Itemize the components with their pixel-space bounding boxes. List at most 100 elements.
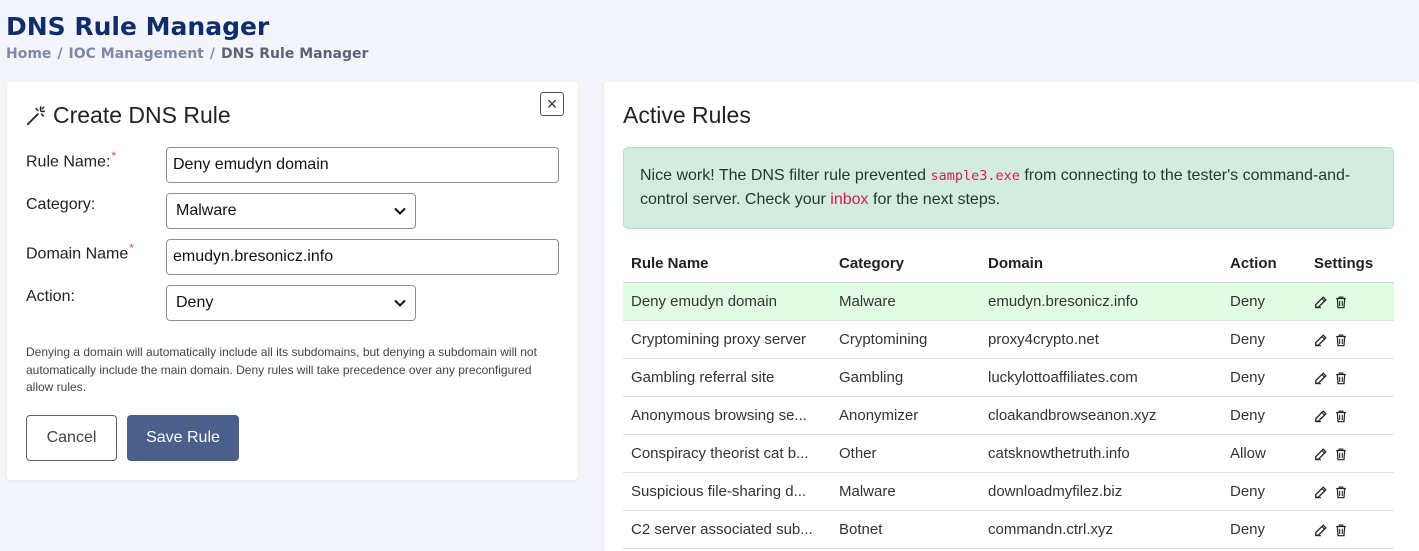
rule-name-cell: Gambling referral site [623, 358, 831, 397]
table-row: Conspiracy theorist cat b... Other catskno… [623, 434, 1394, 473]
column-header-rule-name: Rule Name [623, 245, 831, 283]
help-text: Denying a domain will automatically incl… [26, 345, 537, 394]
category-cell: Malware [831, 282, 980, 321]
domain-cell: emudyn.bresonicz.info [980, 282, 1222, 321]
edit-icon[interactable] [1314, 485, 1328, 499]
domain-cell: downloadmyfilez.biz [980, 472, 1222, 511]
domain-cell: commandn.ctrl.xyz [980, 510, 1222, 549]
breadcrumb-separator: / [209, 46, 215, 62]
close-icon: × [546, 94, 558, 114]
category-cell: Other [831, 434, 980, 473]
action-label: Action: [26, 288, 75, 305]
action-cell: Allow [1222, 434, 1306, 473]
cancel-button[interactable]: Cancel [26, 415, 117, 461]
breadcrumb-current: DNS Rule Manager [220, 46, 369, 62]
domain-name-input[interactable] [166, 239, 559, 275]
column-header-category: Category [831, 245, 980, 283]
domain-cell: luckylottoaffiliates.com [980, 358, 1222, 397]
breadcrumb-ioc-management[interactable]: IOC Management [69, 46, 204, 62]
rule-name-cell: Suspicious file-sharing d... [623, 472, 831, 511]
alert-filename: sample3.exe [930, 168, 1020, 184]
alert-text-suffix: for the next steps. [868, 191, 1001, 208]
trash-icon[interactable] [1334, 485, 1348, 499]
edit-icon[interactable] [1314, 371, 1328, 385]
required-mark: * [111, 149, 117, 163]
trash-icon[interactable] [1334, 447, 1348, 461]
action-cell: Deny [1222, 358, 1306, 397]
save-rule-button[interactable]: Save Rule [127, 415, 239, 461]
category-cell: Cryptomining [831, 320, 980, 359]
chevron-down-icon [394, 207, 406, 215]
settings-cell [1306, 510, 1394, 549]
magic-wand-icon [26, 105, 45, 125]
domain-cell: cloakandbrowseanon.xyz [980, 396, 1222, 435]
settings-cell [1306, 434, 1394, 473]
action-select[interactable]: Deny [166, 285, 416, 321]
domain-cell: proxy4crypto.net [980, 320, 1222, 359]
success-alert: Nice work! The DNS filter rule prevented… [623, 147, 1394, 229]
trash-icon[interactable] [1334, 295, 1348, 309]
required-mark: * [129, 241, 134, 255]
table-header-row: Rule Name Category Domain Action Setting… [623, 245, 1394, 283]
domain-name-label: Domain Name* [26, 241, 134, 263]
edit-icon[interactable] [1314, 333, 1328, 347]
trash-icon[interactable] [1334, 371, 1348, 385]
table-row: C2 server associated sub... Botnet command… [623, 510, 1394, 549]
domain-name-label-text: Domain Name [26, 245, 129, 263]
rule-name-label-text: Rule Name: [26, 153, 111, 171]
page-title: DNS Rule Manager [6, 12, 270, 41]
breadcrumb: Home / IOC Management / DNS Rule Manager [6, 46, 368, 62]
action-cell: Deny [1222, 510, 1306, 549]
table-row: Anonymous browsing se... Anonymizer cloaka… [623, 396, 1394, 435]
trash-icon[interactable] [1334, 409, 1348, 423]
edit-icon[interactable] [1314, 409, 1328, 423]
settings-cell [1306, 358, 1394, 397]
column-header-domain: Domain [980, 245, 1222, 283]
table-row: Deny emudyn domain Malware emudyn.bresonic… [623, 282, 1394, 321]
table-row: Gambling referral site Gambling luckylotto… [623, 358, 1394, 397]
category-cell: Gambling [831, 358, 980, 397]
rule-name-input[interactable] [166, 147, 559, 183]
trash-icon[interactable] [1334, 523, 1348, 537]
action-selected-value: Deny [176, 294, 214, 311]
rule-name-label: Rule Name:* [26, 149, 116, 171]
category-cell: Malware [831, 472, 980, 511]
breadcrumb-separator: / [57, 46, 63, 62]
chevron-down-icon [394, 299, 406, 307]
category-selected-value: Malware [176, 202, 237, 219]
settings-cell [1306, 396, 1394, 435]
action-cell: Deny [1222, 320, 1306, 359]
create-rule-title: Create DNS Rule [53, 102, 231, 128]
action-cell: Deny [1222, 396, 1306, 435]
create-rule-heading: Create DNS Rule [25, 102, 231, 129]
settings-cell [1306, 282, 1394, 321]
settings-cell [1306, 472, 1394, 511]
rule-name-cell: Anonymous browsing se... [623, 396, 831, 435]
create-rule-card: × Create DNS Rule Rule Name:* Category: … [7, 82, 578, 480]
trash-icon[interactable] [1334, 333, 1348, 347]
close-button[interactable]: × [540, 92, 564, 116]
active-rules-card: Active Rules Nice work! The DNS filter r… [604, 82, 1419, 551]
rule-name-cell: C2 server associated sub... [623, 510, 831, 549]
inbox-link[interactable]: inbox [830, 191, 868, 208]
active-rules-title: Active Rules [623, 102, 751, 128]
alert-text-prefix: Nice work! The DNS filter rule prevented [640, 167, 931, 184]
edit-icon[interactable] [1314, 523, 1328, 537]
rule-name-cell: Deny emudyn domain [623, 282, 831, 321]
action-cell: Deny [1222, 472, 1306, 511]
category-select[interactable]: Malware [166, 193, 416, 229]
rule-name-cell: Conspiracy theorist cat b... [623, 434, 831, 473]
column-header-settings: Settings [1306, 245, 1394, 283]
rules-table: Rule Name Category Domain Action Setting… [623, 245, 1394, 549]
edit-icon[interactable] [1314, 295, 1328, 309]
edit-icon[interactable] [1314, 447, 1328, 461]
settings-cell [1306, 320, 1394, 359]
category-label: Category: [26, 196, 96, 213]
column-header-action: Action [1222, 245, 1306, 283]
table-row: Suspicious file-sharing d... Malware downl… [623, 472, 1394, 511]
rule-name-cell: Cryptomining proxy server [623, 320, 831, 359]
category-cell: Botnet [831, 510, 980, 549]
action-cell: Deny [1222, 282, 1306, 321]
table-row: Cryptomining proxy server Cryptomining pro… [623, 320, 1394, 359]
breadcrumb-home[interactable]: Home [6, 46, 51, 62]
